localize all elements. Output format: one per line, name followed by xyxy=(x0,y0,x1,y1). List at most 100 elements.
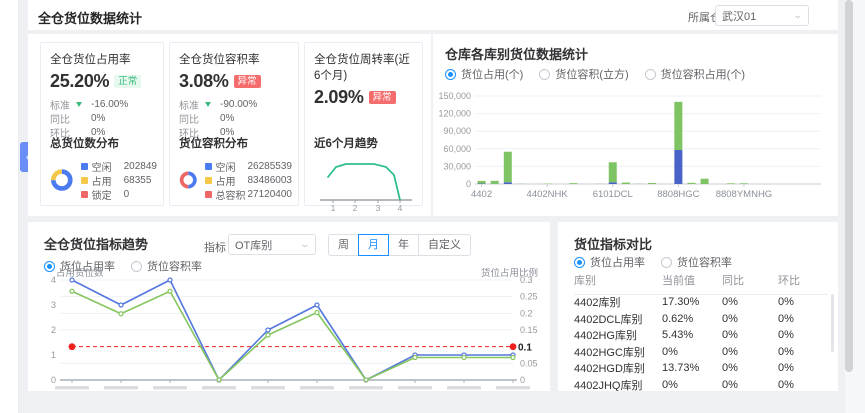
compare-panel: 货位指标对比 货位占用率货位容积率 库别当前值同比环比 4402库别17.30%… xyxy=(558,222,838,391)
svg-text:3: 3 xyxy=(51,300,56,310)
donut-section-title: 总货位数分布 xyxy=(50,135,157,151)
period-button-group: 周月年自定义 xyxy=(328,234,471,256)
svg-text:3: 3 xyxy=(376,203,381,213)
legend-item: 锁定0 xyxy=(81,187,157,201)
svg-text:0.25: 0.25 xyxy=(520,292,538,302)
svg-text:90,000: 90,000 xyxy=(443,126,471,136)
left-sidebar xyxy=(0,0,19,413)
table-body: 4402库别17.30%0%0%4402DCL库别0.62%0%0%4402HG… xyxy=(574,294,828,391)
radio-option[interactable]: 货位容积(立方) xyxy=(539,66,628,82)
status-badge: 异常 xyxy=(369,91,396,104)
radio-icon xyxy=(645,69,656,80)
kpi-value: 2.09% xyxy=(314,87,364,108)
warehouse-bar-panel: 仓库各库别货位数据统计 货位占用(个)货位容积(立方)货位容积占用(个) 150… xyxy=(433,34,838,216)
period-button[interactable]: 周 xyxy=(328,234,359,256)
table-row: 4402HG库别5.43%0%0% xyxy=(574,327,828,344)
svg-text:6101DCL: 6101DCL xyxy=(593,189,633,200)
kpi-card-turnover: 全仓货位周转率(近6个月) 2.09% 异常 近6个月趋势 1234 xyxy=(304,42,423,206)
kpi-card-occupancy: 全仓货位占用率 25.20% 正常 标准-16.00%同比0%环比0% 总货位数… xyxy=(40,42,164,206)
column-header: 库别 xyxy=(574,272,662,288)
svg-text:0: 0 xyxy=(466,179,471,189)
kpi-card-title: 全仓货位容积率 xyxy=(179,51,289,67)
table-row: 4402DCL库别0.62%0%0% xyxy=(574,311,828,328)
svg-text:1: 1 xyxy=(51,350,56,360)
period-button[interactable]: 月 xyxy=(358,234,389,256)
stat-row: 同比0% xyxy=(50,111,154,125)
legend-item: 空闲26285539 xyxy=(205,159,293,173)
status-badge: 异常 xyxy=(234,75,261,88)
table-scrollbar[interactable] xyxy=(831,294,834,352)
page-scrollbar-thumb[interactable] xyxy=(845,0,853,372)
legend-swatch-icon xyxy=(205,191,212,198)
svg-text:0.3: 0.3 xyxy=(520,275,533,285)
svg-text:0: 0 xyxy=(51,375,56,385)
radio-icon xyxy=(661,257,672,268)
table-row: 4402库别17.30%0%0% xyxy=(574,294,828,311)
donut-legend: 空闲26285539占用83486003总容积27120400 xyxy=(205,159,293,201)
radio-icon xyxy=(574,257,585,268)
legend-item: 空闲202849 xyxy=(81,159,157,173)
mini-trend-title: 近6个月趋势 xyxy=(314,135,416,151)
svg-text:120,000: 120,000 xyxy=(439,109,471,119)
legend-swatch-icon xyxy=(81,191,88,198)
period-button[interactable]: 年 xyxy=(388,234,419,256)
page-title: 全仓货位数据统计 xyxy=(38,8,142,27)
radio-icon xyxy=(445,69,456,80)
metric-select-value: OT库别 xyxy=(235,237,272,253)
stat-row: 标准-90.00% xyxy=(179,97,289,111)
metric-select[interactable]: OT库别 ⌄ xyxy=(228,234,316,255)
legend-swatch-icon xyxy=(205,177,212,184)
mini-trend-chart: 1234 xyxy=(314,155,418,213)
svg-text:4402NHK: 4402NHK xyxy=(527,189,569,200)
panel-title: 全仓货位指标趋势 xyxy=(44,234,148,253)
table-header: 库别当前值同比环比 xyxy=(574,272,828,295)
warehouse-select[interactable]: 武汉01 ⌄ xyxy=(715,5,809,26)
column-header: 当前值 xyxy=(662,272,722,288)
svg-text:0.05: 0.05 xyxy=(520,358,538,368)
column-header: 环比 xyxy=(778,272,828,288)
donut-chart-locations xyxy=(50,157,74,203)
table-row: 4402HGD库别13.73%0%0% xyxy=(574,360,828,377)
legend-item: 总容积27120400 xyxy=(205,187,293,201)
warehouse-select-value: 武汉01 xyxy=(722,8,756,24)
radio-option[interactable]: 货位容积率 xyxy=(661,254,732,270)
compare-metric-radio-group: 货位占用率货位容积率 xyxy=(574,254,748,270)
svg-text:占用货位数: 占用货位数 xyxy=(56,268,104,279)
legend-swatch-icon xyxy=(205,163,212,170)
radio-option[interactable]: 货位占用率 xyxy=(574,254,645,270)
period-button[interactable]: 自定义 xyxy=(418,234,471,256)
svg-text:0.2: 0.2 xyxy=(520,308,533,318)
svg-text:30,000: 30,000 xyxy=(443,161,471,171)
kpi-card-title: 全仓货位占用率 xyxy=(50,51,154,67)
chevron-down-icon: ⌄ xyxy=(793,10,804,21)
column-header: 同比 xyxy=(722,272,778,288)
legend-swatch-icon xyxy=(81,177,88,184)
svg-text:0.1: 0.1 xyxy=(518,343,532,354)
svg-text:60,000: 60,000 xyxy=(443,144,471,154)
kpi-stat-rows: 标准-90.00%同比0%环比0% xyxy=(179,97,289,139)
svg-text:4: 4 xyxy=(51,275,56,285)
donut-legend: 空闲202849占用68355锁定0 xyxy=(81,159,157,201)
stat-row: 同比0% xyxy=(179,111,289,125)
trend-panel: 全仓货位指标趋势 指标 OT库别 ⌄ 周月年自定义 货位占用率货位容积率 占用货… xyxy=(28,222,550,391)
metric-label: 指标 xyxy=(204,239,226,255)
table-row: 4402HGC库别0%0%0% xyxy=(574,344,828,361)
kpi-stat-rows: 标准-16.00%同比0%环比0% xyxy=(50,97,154,139)
panel-title: 货位指标对比 xyxy=(574,234,652,253)
svg-text:4402: 4402 xyxy=(471,189,492,200)
svg-text:8808YMNHG: 8808YMNHG xyxy=(716,189,773,200)
page-header: 全仓货位数据统计 所属仓库 武汉01 ⌄ xyxy=(28,0,838,30)
table-row: 4402JHQ库别0%0%0% xyxy=(574,377,828,392)
stat-row: 标准-16.00% xyxy=(50,97,154,111)
svg-text:8808HGC: 8808HGC xyxy=(657,189,699,200)
bar-chart: 150,000 120,000 90,000 60,000 30,000 04402 440… xyxy=(439,82,832,212)
bar-metric-radio-group: 货位占用(个) 货位容积(立方) 货位容积占用(个) xyxy=(445,66,761,82)
radio-option[interactable]: 货位容积占用(个) xyxy=(645,66,745,82)
status-badge: 正常 xyxy=(114,75,141,88)
svg-text:0.15: 0.15 xyxy=(520,325,538,335)
legend-swatch-icon xyxy=(81,163,88,170)
donut-section-title: 货位容积分布 xyxy=(179,135,292,151)
svg-text:150,000: 150,000 xyxy=(439,91,471,101)
svg-text:0: 0 xyxy=(520,375,525,385)
radio-option[interactable]: 货位占用(个) xyxy=(445,66,523,82)
